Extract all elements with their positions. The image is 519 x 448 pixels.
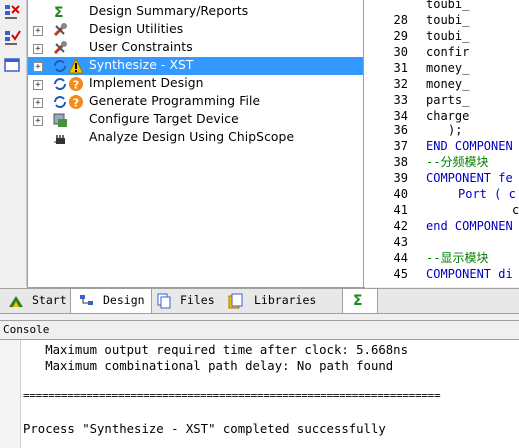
console-gutter (0, 340, 21, 448)
sigma-icon: Σ (52, 4, 68, 21)
process-item-generate-programming-file[interactable]: + ? Generate Programming File (28, 93, 364, 111)
hierarchy-check-icon[interactable] (3, 29, 21, 47)
tab-start[interactable]: Start (2, 289, 68, 312)
console-status-line: Process "Synthesize - XST" completed suc… (23, 422, 386, 436)
expand-icon[interactable]: + (33, 80, 43, 90)
expand-icon[interactable]: + (33, 44, 43, 54)
editor-tabbar: Σ (340, 288, 519, 314)
run-icon (52, 76, 68, 92)
tab-design[interactable]: Design (70, 289, 152, 313)
hierarchy-remove-icon[interactable] (3, 3, 21, 21)
code-line: toubi_ (426, 0, 470, 11)
console-line: Maximum combinational path delay: No pat… (23, 359, 394, 373)
code-line: 45 COMPONENT di (393, 267, 513, 281)
device-icon (52, 112, 68, 128)
tab-design-summary[interactable]: Σ (342, 289, 378, 313)
run-icon (52, 58, 68, 74)
code-line: 33 parts_ (393, 93, 470, 107)
svg-text:Σ: Σ (54, 5, 64, 20)
console-separator: ========================================… (23, 389, 441, 402)
code-line: 31 money_ (393, 61, 470, 75)
design-icon (79, 293, 95, 309)
expand-icon[interactable]: + (33, 98, 43, 108)
code-line: 43 (393, 235, 408, 249)
svg-text:?: ? (73, 97, 79, 110)
process-item-design-utilities[interactable]: + Design Utilities (28, 21, 364, 39)
code-line: 39 COMPONENT fe (393, 171, 513, 185)
left-toolbar (0, 0, 27, 287)
tools-icon (52, 22, 68, 38)
tools-icon (52, 40, 68, 56)
expand-icon[interactable]: + (33, 116, 43, 126)
process-item-user-constraints[interactable]: + User Constraints (28, 39, 364, 57)
process-item-synthesize-xst[interactable]: + Synthesize - XST (28, 57, 364, 75)
sigma-icon: Σ (351, 292, 367, 309)
question-icon: ? (68, 94, 84, 110)
console-output[interactable]: Maximum output required time after clock… (0, 340, 519, 448)
libraries-icon (228, 293, 244, 309)
expand-icon[interactable]: + (33, 26, 43, 36)
code-line: 32 money_ (393, 77, 470, 91)
code-line: 36); (393, 123, 463, 137)
files-icon (156, 293, 172, 309)
code-line: 40 Port ( c (393, 187, 516, 201)
run-icon (52, 94, 68, 110)
code-line: 42 end COMPONEN (393, 219, 513, 233)
warning-icon (68, 57, 84, 74)
code-line: 30 confir (393, 45, 470, 59)
svg-text:Σ: Σ (353, 293, 363, 308)
expand-icon[interactable]: + (33, 62, 43, 72)
question-icon: ? (68, 76, 84, 92)
code-line: 38 --分频模块 (393, 155, 489, 169)
start-icon (8, 293, 24, 309)
process-tree: Σ Design Summary/Reports + Design Utilit… (27, 0, 365, 288)
panel-tabbar: Start Design Files Libraries (0, 288, 340, 314)
code-line: 44 --显示模块 (393, 251, 489, 265)
console-title: Console (3, 323, 50, 336)
code-line: 29 toubi_ (393, 29, 470, 43)
chipscope-icon (52, 130, 68, 146)
code-line: 28 toubi_ (393, 13, 470, 27)
window-icon[interactable] (3, 56, 21, 74)
console-line: Maximum output required time after clock… (23, 343, 408, 357)
console-header: Console (0, 320, 519, 340)
code-line: 37 END COMPONEN (393, 139, 513, 153)
process-item-implement-design[interactable]: + ? Implement Design (28, 75, 364, 93)
svg-text:?: ? (73, 79, 79, 92)
process-item-configure-target-device[interactable]: + Configure Target Device (28, 111, 364, 129)
code-line: 41 c (393, 203, 519, 217)
process-item-analyze-chipscope[interactable]: Analyze Design Using ChipScope (28, 129, 364, 147)
code-editor[interactable]: toubi_ 28 toubi_ 29 toubi_ 30 confir 31 mone… (363, 0, 519, 287)
process-item-design-summary[interactable]: Σ Design Summary/Reports (28, 3, 364, 21)
tab-libraries[interactable]: Libraries (222, 289, 316, 312)
tab-files[interactable]: Files (152, 289, 218, 312)
